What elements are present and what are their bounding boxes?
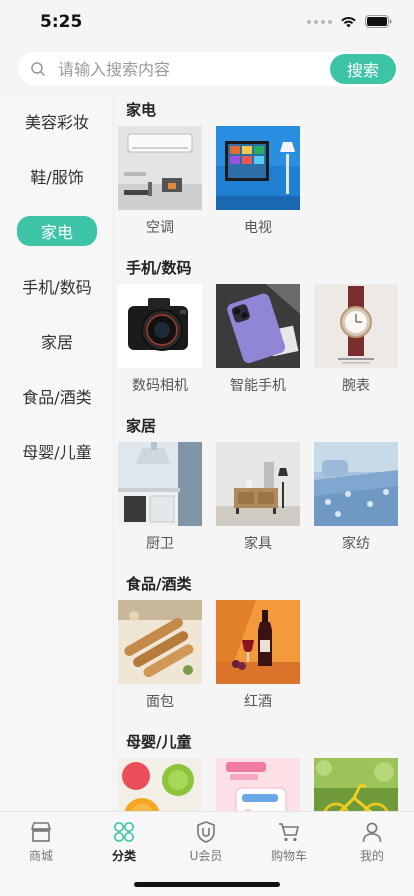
- status-bar: 5:25: [0, 0, 414, 46]
- tab-label: 商城: [28, 849, 53, 863]
- wifi-icon: [341, 16, 356, 27]
- sidebar-item-mother-baby[interactable]: 母婴/儿童: [0, 436, 114, 466]
- sidebar-item-shoes-apparel[interactable]: 鞋/服饰: [0, 161, 114, 191]
- section-title: 家居: [126, 417, 157, 435]
- category-icon: [114, 822, 134, 842]
- product-air-conditioner[interactable]: 空调: [118, 126, 202, 237]
- sidebar-item-appliances[interactable]: 家电: [0, 216, 114, 246]
- product-kids-bike[interactable]: [314, 758, 398, 811]
- product-label: 腕表: [342, 378, 370, 394]
- tab-label: U会员: [189, 849, 223, 863]
- product-label: 数码相机: [132, 378, 188, 394]
- battery-icon: [365, 15, 392, 28]
- wine-image: [216, 600, 300, 684]
- shop-icon: [31, 822, 51, 842]
- product-baby-food[interactable]: [118, 758, 202, 811]
- sidebar-item-label: 食品/酒类: [22, 388, 92, 407]
- tab-label: 购物车: [270, 849, 307, 863]
- product-diapers[interactable]: [216, 758, 300, 811]
- product-watch[interactable]: 腕表: [314, 284, 398, 395]
- sidebar-item-label: 美容彩妆: [24, 113, 89, 132]
- tv-image: [216, 126, 300, 210]
- product-furniture[interactable]: 家具: [216, 442, 300, 553]
- home-indicator[interactable]: [134, 882, 280, 887]
- product-bread[interactable]: 面包: [118, 600, 202, 711]
- product-label: 面包: [146, 694, 174, 710]
- bedding-image: [314, 442, 398, 526]
- sidebar-item-label: 家居: [40, 333, 73, 352]
- product-label: 电视: [244, 220, 272, 236]
- sidebar-item-label: 手机/数码: [22, 278, 92, 297]
- kids-bike-image: [314, 758, 398, 811]
- section-title: 手机/数码: [126, 259, 192, 277]
- product-red-wine[interactable]: 红酒: [216, 600, 300, 711]
- tab-label: 我的: [359, 849, 384, 863]
- product-digital-camera[interactable]: 数码相机: [118, 284, 202, 395]
- kitchen-image: [118, 442, 202, 526]
- section-title: 家电: [126, 101, 157, 119]
- bottom-tab-bar: 商城 分类 U会员 购物车 我的: [0, 811, 414, 896]
- smartphone-image: [216, 284, 300, 368]
- search-input[interactable]: [58, 52, 328, 86]
- sidebar-item-beauty[interactable]: 美容彩妆: [0, 106, 114, 136]
- camera-image: [118, 284, 202, 368]
- category-sidebar: 美容彩妆 鞋/服饰 家电 手机/数码 家居 食品/酒类 母婴/儿童: [0, 95, 114, 811]
- section-title: 食品/酒类: [126, 575, 192, 593]
- status-time: 5:25: [40, 12, 83, 32]
- product-smartphone[interactable]: 智能手机: [216, 284, 300, 395]
- product-label: 智能手机: [230, 378, 286, 394]
- signal-icon: [307, 19, 332, 24]
- member-icon: [197, 821, 215, 843]
- tab-member[interactable]: U会员: [176, 820, 236, 866]
- sidebar-item-label: 鞋/服饰: [30, 168, 84, 187]
- product-label: 空调: [146, 220, 174, 236]
- bread-image: [118, 600, 202, 684]
- category-content: 家电 空调 电视 手机/数码 数码相机 智能手机 腕表 家居 厨卫 家具 家纺 …: [115, 95, 414, 811]
- product-label: 红酒: [244, 694, 272, 710]
- sidebar-item-food-wine[interactable]: 食品/酒类: [0, 381, 114, 411]
- air-conditioner-image: [118, 126, 202, 210]
- product-label: 家纺: [342, 536, 370, 552]
- diapers-image: [216, 758, 300, 811]
- section-title: 母婴/儿童: [126, 733, 192, 751]
- search-bar: 搜索: [18, 52, 398, 86]
- tab-label: 分类: [111, 849, 136, 863]
- profile-icon: [362, 822, 382, 843]
- search-icon: [31, 62, 45, 76]
- product-label: 家具: [244, 536, 272, 552]
- furniture-image: [216, 442, 300, 526]
- watch-image: [314, 284, 398, 368]
- tab-profile[interactable]: 我的: [342, 820, 402, 866]
- baby-food-image: [118, 758, 202, 811]
- product-tv[interactable]: 电视: [216, 126, 300, 237]
- sidebar-item-label: 母婴/儿童: [22, 443, 92, 462]
- product-label: 厨卫: [146, 536, 174, 552]
- search-button[interactable]: 搜索: [330, 54, 396, 84]
- cart-icon: [279, 823, 299, 842]
- status-indicators: [307, 15, 392, 28]
- tab-category[interactable]: 分类: [94, 820, 154, 866]
- tab-shop[interactable]: 商城: [11, 820, 71, 866]
- product-home-textiles[interactable]: 家纺: [314, 442, 398, 553]
- product-kitchen-bath[interactable]: 厨卫: [118, 442, 202, 553]
- sidebar-item-home[interactable]: 家居: [0, 326, 114, 356]
- sidebar-item-label: 家电: [17, 216, 97, 246]
- tab-cart[interactable]: 购物车: [259, 820, 319, 866]
- sidebar-item-phones-digital[interactable]: 手机/数码: [0, 271, 114, 301]
